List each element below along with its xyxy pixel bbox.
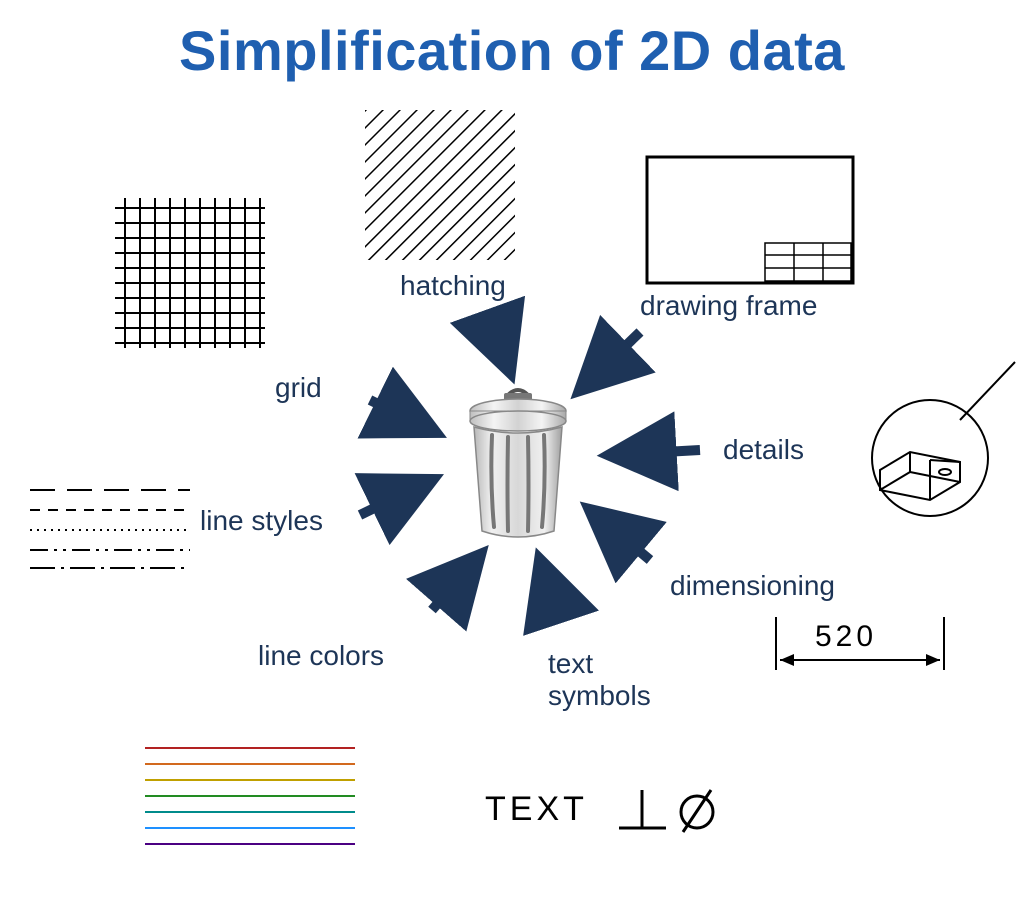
- label-drawing-frame: drawing frame: [640, 290, 817, 322]
- details-icon: [840, 360, 1020, 530]
- label-text-symbols: text symbols: [548, 648, 651, 712]
- dimension-arrow-icon: [770, 615, 950, 675]
- grid-icon: [115, 198, 265, 348]
- label-dimensioning: dimensioning: [670, 570, 835, 602]
- line-styles-icon: [30, 480, 190, 570]
- label-hatching: hatching: [400, 270, 506, 302]
- perpendicular-symbol-icon: [615, 788, 670, 833]
- diameter-symbol-icon: [675, 786, 720, 834]
- drawing-frame-icon: [645, 155, 855, 285]
- line-colors-icon: [145, 740, 355, 850]
- label-details: details: [723, 434, 804, 466]
- label-line-colors: line colors: [258, 640, 384, 672]
- hatching-icon: [365, 110, 515, 260]
- diagram-stage: Simplification of 2D data: [0, 0, 1024, 898]
- text-sample: TEXT: [485, 790, 588, 829]
- label-line-styles: line styles: [200, 505, 323, 537]
- label-grid: grid: [275, 372, 322, 404]
